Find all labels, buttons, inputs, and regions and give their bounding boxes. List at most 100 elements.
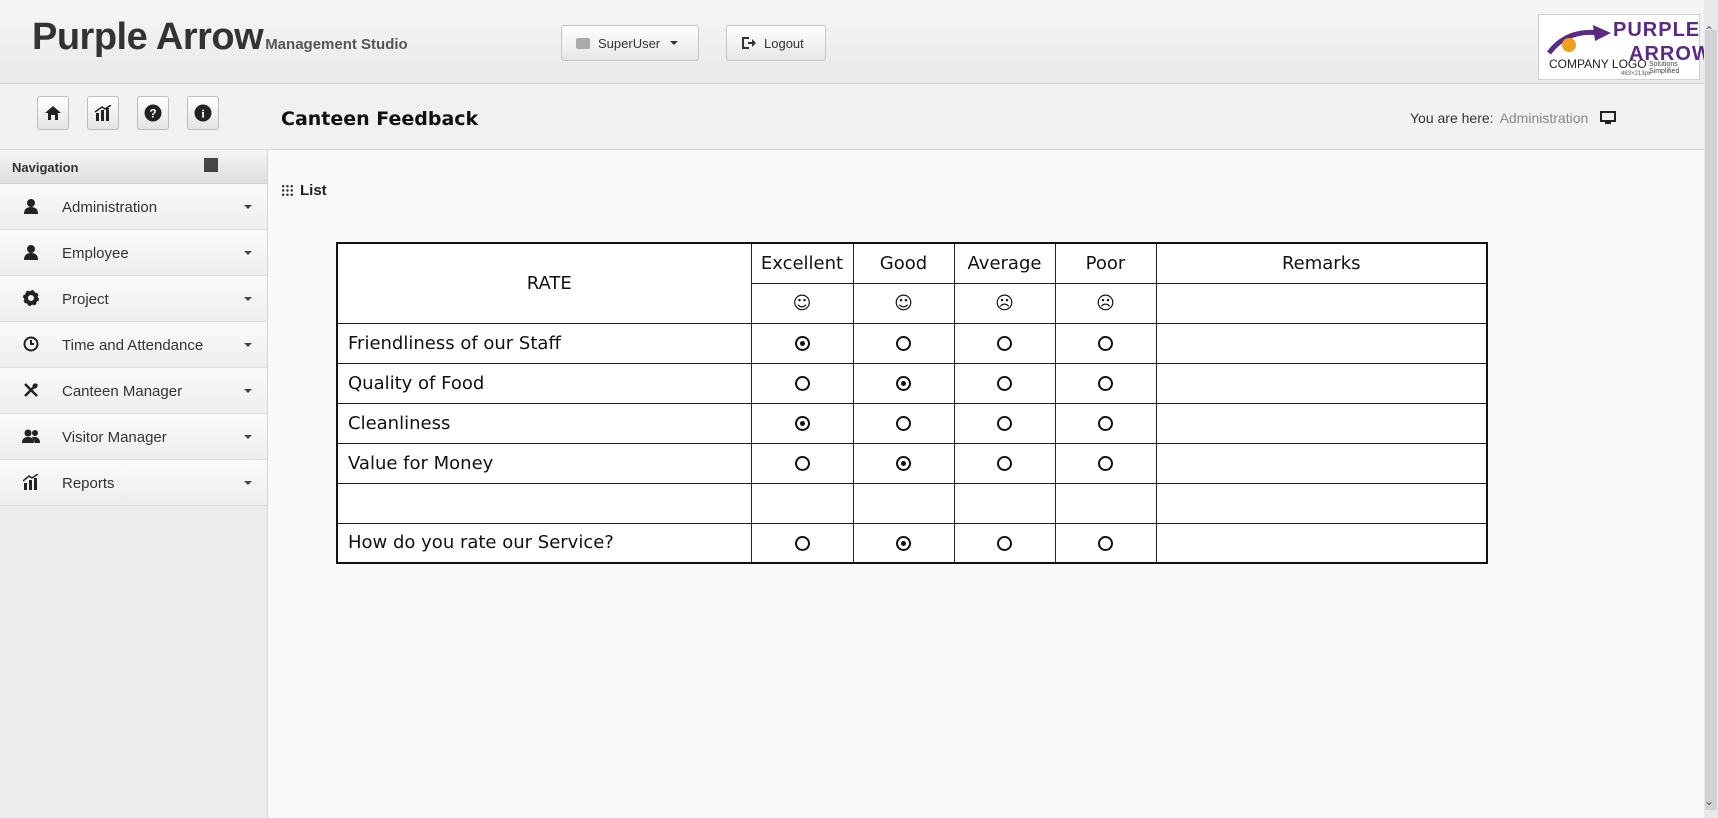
rating-radio-poor[interactable] <box>1098 535 1113 551</box>
chevron-down-icon <box>244 251 252 255</box>
option-header-average: Average <box>953 242 1056 284</box>
sidebar-item-label: Project <box>62 291 109 308</box>
info-button[interactable]: i <box>187 96 219 130</box>
rating-radio-excellent[interactable] <box>794 416 810 431</box>
home-button[interactable] <box>37 96 69 130</box>
smiley-neutral-icon: ☹ <box>995 292 1014 314</box>
chart-icon <box>22 473 40 491</box>
rating-radio-poor[interactable] <box>1098 376 1113 391</box>
scrollbar-thumb[interactable] <box>1705 30 1717 810</box>
users-icon <box>22 427 40 445</box>
smiley-happy-icon: ☺ <box>792 292 812 314</box>
bar-chart-icon <box>94 105 112 121</box>
spacer-row <box>336 482 1488 524</box>
logo-line-1: PURPLE <box>1613 19 1701 41</box>
chevron-down-icon <box>244 481 252 485</box>
rating-radio-good[interactable] <box>896 336 911 351</box>
logo-placeholder-text: COMPANY LOGO <box>1549 57 1647 71</box>
sidebar-item-project[interactable]: Project <box>0 276 267 322</box>
remarks-cell[interactable] <box>1155 402 1488 444</box>
info-icon: i <box>194 104 212 122</box>
logout-icon <box>742 37 756 49</box>
breadcrumb-item-administration[interactable]: Administration <box>1500 110 1589 126</box>
chevron-down-icon <box>244 343 252 347</box>
rating-radio-good[interactable] <box>896 535 911 551</box>
rating-radio-poor[interactable] <box>1098 416 1113 431</box>
scroll-up-icon[interactable]: ⌃ <box>1704 24 1714 38</box>
sidebar-item-visitor-manager[interactable]: Visitor Manager <box>0 414 267 460</box>
smiley-happy-icon: ☺ <box>894 292 913 314</box>
sub-header: ? i Canteen Feedback You are here: Admin… <box>0 84 1704 150</box>
sidebar-item-administration[interactable]: Administration <box>0 184 267 230</box>
smiley-sad-icon: ☹ <box>1096 292 1115 314</box>
rating-radio-average[interactable] <box>997 336 1012 351</box>
chevron-down-icon <box>244 389 252 393</box>
user-menu-button[interactable]: SuperUser <box>561 25 699 61</box>
feedback-table: RATE Excellent Good Average Poor Remarks… <box>336 242 1488 564</box>
remarks-cell[interactable] <box>1155 322 1488 364</box>
logo-tagline: Solutions Simplified <box>1649 61 1680 75</box>
rating-radio-excellent[interactable] <box>794 535 810 551</box>
remarks-cell[interactable] <box>1155 522 1488 564</box>
criterion-label: Cleanliness <box>336 402 752 444</box>
rating-radio-average[interactable] <box>997 535 1012 551</box>
rating-radio-poor[interactable] <box>1098 456 1113 471</box>
table-row: Friendliness of our Staff <box>336 322 1488 364</box>
rating-rows: Friendliness of our Staff Quality of Food… <box>336 322 1488 564</box>
sidebar-item-canteen-manager[interactable]: Canteen Manager <box>0 368 267 414</box>
user-icon <box>22 243 40 261</box>
question-icon: ? <box>144 104 162 122</box>
home-icon <box>45 106 61 120</box>
help-button[interactable]: ? <box>137 96 169 130</box>
sidebar-item-label: Visitor Manager <box>62 429 167 446</box>
gear-icon <box>22 289 40 307</box>
sidebar-item-reports[interactable]: Reports <box>0 460 267 506</box>
top-header: Purple Arrow Management Studio SuperUser … <box>0 0 1711 84</box>
rating-radio-average[interactable] <box>997 416 1012 431</box>
logout-button[interactable]: Logout <box>726 25 826 61</box>
criterion-label: Friendliness of our Staff <box>336 322 752 364</box>
criterion-label: How do you rate our Service? <box>336 522 752 564</box>
app-brand: Purple Arrow Management Studio <box>32 16 408 59</box>
caret-down-icon <box>670 41 679 45</box>
rating-radio-average[interactable] <box>997 376 1012 391</box>
company-logo: PURPLE ARROW COMPANY LOGO Solutions Simp… <box>1538 14 1711 80</box>
list-heading: List <box>281 182 327 199</box>
user-icon <box>22 197 40 215</box>
utensils-icon <box>22 381 40 399</box>
rating-radio-excellent[interactable] <box>794 336 810 351</box>
reports-shortcut-button[interactable] <box>87 96 119 130</box>
scroll-down-icon[interactable]: ⌄ <box>1704 794 1714 808</box>
remarks-cell[interactable] <box>1155 362 1488 404</box>
option-header-good: Good <box>852 242 955 284</box>
table-row: Cleanliness <box>336 402 1488 444</box>
rating-radio-average[interactable] <box>997 456 1012 471</box>
option-header-excellent: Excellent <box>750 242 854 284</box>
rating-radio-poor[interactable] <box>1098 336 1113 351</box>
logo-dimensions: 483×213px <box>1621 71 1651 77</box>
chevron-down-icon <box>244 297 252 301</box>
breadcrumb-prefix: You are here: <box>1410 110 1494 126</box>
table-row: How do you rate our Service? <box>336 522 1488 564</box>
sidebar-item-label: Time and Attendance <box>62 337 204 354</box>
user-avatar-icon <box>576 37 590 49</box>
grid-icon <box>281 184 294 197</box>
criterion-label: Value for Money <box>336 442 752 484</box>
sidebar-toggle-icon[interactable] <box>204 158 218 172</box>
rating-radio-good[interactable] <box>896 416 911 431</box>
chevron-down-icon <box>244 435 252 439</box>
brand-title: Purple Arrow <box>32 16 264 58</box>
rating-radio-excellent[interactable] <box>794 456 810 471</box>
header-row: RATE Excellent Good Average Poor Remarks <box>336 242 1488 324</box>
sidebar-item-label: Reports <box>62 475 115 492</box>
remarks-header: Remarks <box>1155 242 1488 284</box>
sidebar-item-employee[interactable]: Employee <box>0 230 267 276</box>
sidebar-item-label: Canteen Manager <box>62 383 183 400</box>
sidebar-item-time-and-attendance[interactable]: Time and Attendance <box>0 322 267 368</box>
sidebar: Navigation Administration Employee Proje… <box>0 150 268 818</box>
remarks-cell[interactable] <box>1155 442 1488 484</box>
rate-header: RATE <box>336 242 752 324</box>
rating-radio-good[interactable] <box>896 376 911 391</box>
rating-radio-good[interactable] <box>896 456 911 471</box>
rating-radio-excellent[interactable] <box>794 376 810 391</box>
